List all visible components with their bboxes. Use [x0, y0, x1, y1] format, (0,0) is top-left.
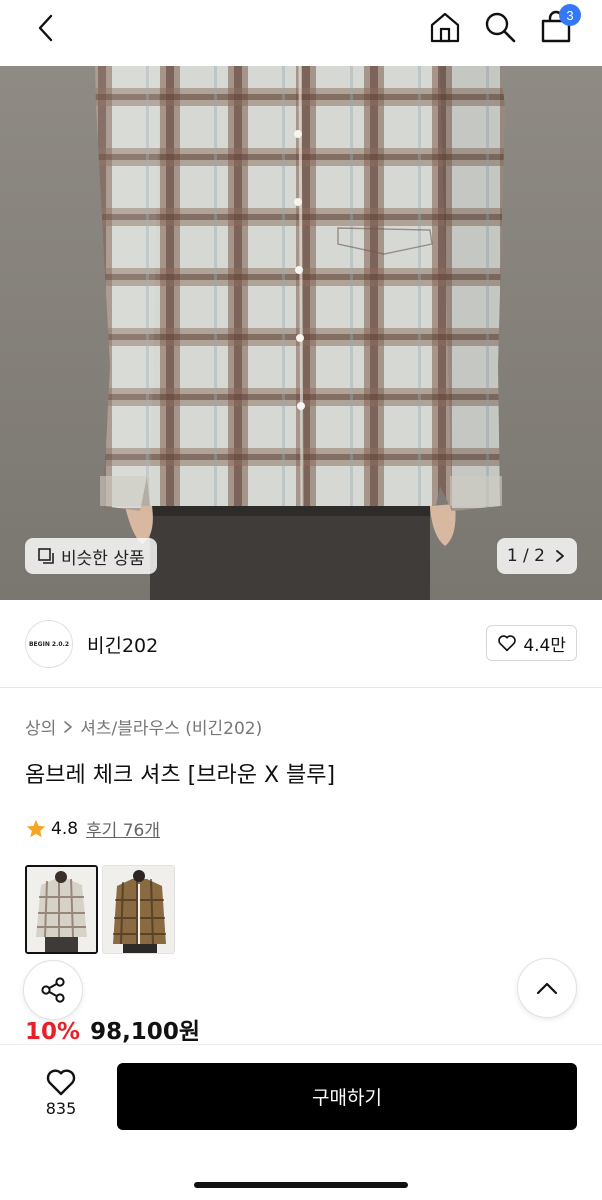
brand-like-count: 4.4만 — [523, 635, 566, 656]
brand-row: BEGIN 2.0.2 비긴202 4.4만 — [0, 600, 602, 688]
product-image-carousel[interactable]: 비슷한 상품 1 / 2 — [0, 66, 602, 600]
search-button[interactable] — [481, 8, 519, 46]
similar-products-label: 비슷한 상품 — [61, 548, 145, 569]
brand-logo[interactable]: BEGIN 2.0.2 — [25, 620, 73, 668]
chevron-right-icon — [556, 550, 564, 562]
wishlist-button[interactable]: 835 — [25, 1067, 97, 1118]
home-button[interactable] — [426, 8, 464, 46]
color-option-brown[interactable] — [102, 865, 175, 954]
home-icon — [430, 12, 460, 43]
cart-button[interactable]: 3 — [537, 4, 581, 46]
buy-button-label: 구매하기 — [312, 1087, 382, 1109]
brand-name[interactable]: 비긴202 — [87, 631, 158, 658]
cart-count-badge: 3 — [559, 4, 581, 26]
chevron-left-icon — [38, 14, 53, 42]
star-icon — [26, 819, 46, 837]
color-options — [25, 865, 175, 954]
sale-price: 98,100원 — [90, 1019, 200, 1045]
brand-like-button[interactable]: 4.4만 — [486, 625, 577, 661]
heart-icon — [498, 635, 517, 652]
top-nav: 3 — [0, 0, 602, 66]
review-count-link[interactable]: 후기 76개 — [86, 816, 160, 841]
breadcrumb-subcategory[interactable]: 셔츠/블라우스 (비긴202) — [80, 714, 262, 739]
rating-row: 4.8 후기 76개 — [25, 816, 160, 841]
search-icon — [485, 12, 516, 43]
pager-text: 1 / 2 — [506, 546, 545, 566]
share-button[interactable] — [23, 960, 83, 1020]
buy-button[interactable]: 구매하기 — [117, 1063, 577, 1130]
product-title: 옴브레 체크 셔츠 [브라운 X 블루] — [25, 763, 336, 788]
similar-items-icon — [38, 548, 54, 564]
breadcrumb: 상의 셔츠/블라우스 (비긴202) — [25, 714, 262, 739]
wishlist-count: 835 — [45, 1099, 77, 1118]
share-icon — [41, 977, 65, 1003]
breadcrumb-category[interactable]: 상의 — [25, 714, 56, 739]
chevron-right-icon — [64, 720, 73, 733]
rating-score: 4.8 — [51, 818, 79, 839]
back-button[interactable] — [28, 10, 64, 46]
thumbnail-image — [27, 867, 96, 952]
color-option-brown-blue[interactable] — [25, 865, 98, 954]
product-photo — [0, 66, 602, 600]
thumbnail-image — [103, 866, 174, 953]
bottom-purchase-bar: 835 구매하기 — [0, 1044, 602, 1200]
heart-icon — [46, 1069, 76, 1096]
brand-logo-text: BEGIN 2.0.2 — [28, 640, 70, 648]
image-pager[interactable]: 1 / 2 — [496, 538, 577, 574]
scroll-to-top-button[interactable] — [517, 958, 577, 1018]
discount-rate: 10% — [25, 1019, 81, 1045]
chevron-up-icon — [536, 982, 558, 995]
similar-products-button[interactable]: 비슷한 상품 — [25, 538, 157, 574]
home-indicator — [194, 1182, 408, 1188]
